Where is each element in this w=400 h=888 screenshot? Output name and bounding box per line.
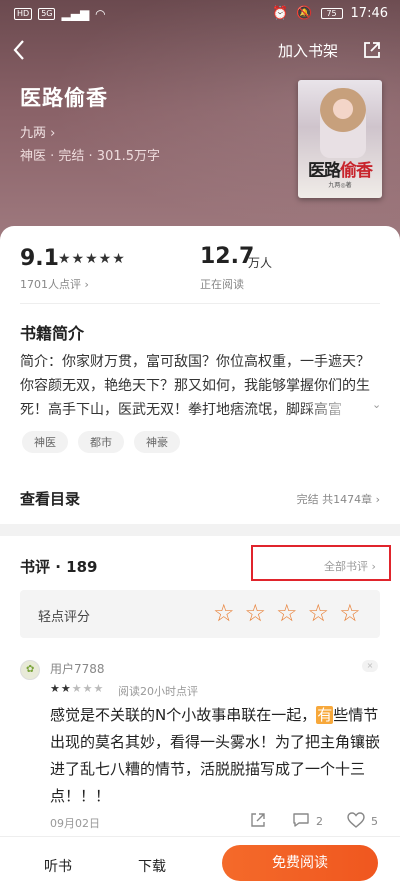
tag-chip[interactable]: 神医 xyxy=(22,431,68,453)
rate-stars: ☆ ☆ ☆ ☆ ☆ xyxy=(213,600,361,626)
like-button[interactable] xyxy=(346,811,366,829)
cover-title-part1: 医路 xyxy=(308,161,341,181)
hd-badge: HD xyxy=(14,8,33,20)
book-title: 医路偷香 xyxy=(20,86,108,110)
book-cover[interactable]: 医路偷香 九两◎著 xyxy=(298,80,382,198)
signal-icon: ▂▄▆ xyxy=(61,7,90,21)
rate-star-3[interactable]: ☆ xyxy=(276,600,298,626)
network-badge: 5G xyxy=(38,8,56,20)
status-bar: HD 5G ▂▄▆ ◠ ⏰ 🔕 75 17:46 xyxy=(0,0,400,30)
cover-illustration xyxy=(320,88,366,158)
top-navigation: 加入书架 xyxy=(0,34,400,66)
reviews-title: 书评 · 189 xyxy=(20,558,98,576)
listen-button[interactable]: 听书 xyxy=(44,856,72,876)
mute-icon: 🔕 xyxy=(296,6,313,21)
leaf-icon: ✿ xyxy=(26,664,35,675)
reading-label: 正在阅读 xyxy=(200,278,244,291)
rate-star-1[interactable]: ☆ xyxy=(213,600,235,626)
status-right: ⏰ 🔕 75 17:46 xyxy=(272,6,388,21)
catalog-label: 查看目录 xyxy=(20,490,81,508)
catalog-row[interactable]: 查看目录 完结 共1474章 › xyxy=(0,480,400,520)
book-meta: 神医 · 完结 · 301.5万字 xyxy=(20,149,161,164)
rate-label: 轻点评分 xyxy=(38,610,91,625)
cover-title: 医路偷香 xyxy=(298,156,382,181)
cover-title-part2: 偷香 xyxy=(340,161,373,181)
rating-stars: ★★★★★ xyxy=(58,251,126,267)
rate-star-4[interactable]: ☆ xyxy=(308,600,330,626)
add-to-shelf-button[interactable]: 加入书架 xyxy=(278,40,338,61)
heart-icon xyxy=(347,812,365,828)
review-share-button[interactable] xyxy=(250,812,266,828)
review-stars: ★★★★★ xyxy=(50,682,104,695)
alarm-icon: ⏰ xyxy=(272,6,289,21)
share-icon xyxy=(251,813,265,827)
battery-icon: 75 xyxy=(320,8,343,19)
review-username[interactable]: 用户7788 xyxy=(50,660,105,677)
rate-star-2[interactable]: ☆ xyxy=(245,600,267,626)
wifi-icon: ◠ xyxy=(95,7,106,21)
tag-list: 神医 都市 神豪 xyxy=(22,431,180,453)
review-text-highlight: 有 xyxy=(316,706,334,724)
close-icon[interactable]: × xyxy=(362,660,378,672)
cover-author: 九两◎著 xyxy=(328,182,352,189)
tag-chip[interactable]: 神豪 xyxy=(134,431,180,453)
status-left: HD 5G ▂▄▆ ◠ xyxy=(14,7,106,21)
divider xyxy=(20,303,380,304)
review-text[interactable]: 感觉是不关联的N个小故事串联在一起，有些情节出现的莫名其妙，看得一头雾水！为了把… xyxy=(50,702,380,810)
share-button[interactable] xyxy=(362,40,382,60)
chevron-down-icon[interactable]: ⌄ xyxy=(372,398,381,411)
comment-button[interactable] xyxy=(292,812,310,828)
share-icon xyxy=(364,42,380,58)
free-read-button[interactable]: 免费阅读 xyxy=(222,845,378,881)
download-button[interactable]: 下载 xyxy=(138,856,166,876)
tag-chip[interactable]: 都市 xyxy=(78,431,124,453)
comment-icon xyxy=(293,813,309,827)
reading-unit: 万人 xyxy=(248,256,273,270)
review-date: 09月02日 xyxy=(50,817,100,830)
comment-count: 2 xyxy=(316,815,323,828)
all-reviews-link[interactable]: 全部书评 › xyxy=(324,558,376,574)
intro-heading: 书籍简介 xyxy=(20,324,85,343)
like-count: 5 xyxy=(371,815,378,828)
review-stars-off: ★★★ xyxy=(71,682,105,695)
back-arrow-icon xyxy=(13,40,24,60)
review-stars-on: ★★ xyxy=(50,682,72,695)
rate-star-5[interactable]: ☆ xyxy=(339,600,361,626)
review-meta: 阅读20小时点评 xyxy=(118,685,198,698)
reading-count: 12.7 xyxy=(200,244,255,269)
clock: 17:46 xyxy=(350,6,388,21)
author-link[interactable]: 九两 › xyxy=(20,122,55,141)
back-button[interactable] xyxy=(12,36,38,64)
rating-count-link[interactable]: 1701人点评 › xyxy=(20,276,89,292)
catalog-status: 完结 共1474章 › xyxy=(296,493,380,506)
review-text-part: 感觉是不关联的N个小故事串联在一起， xyxy=(50,706,317,724)
rating-score: 9.1 xyxy=(20,246,59,271)
